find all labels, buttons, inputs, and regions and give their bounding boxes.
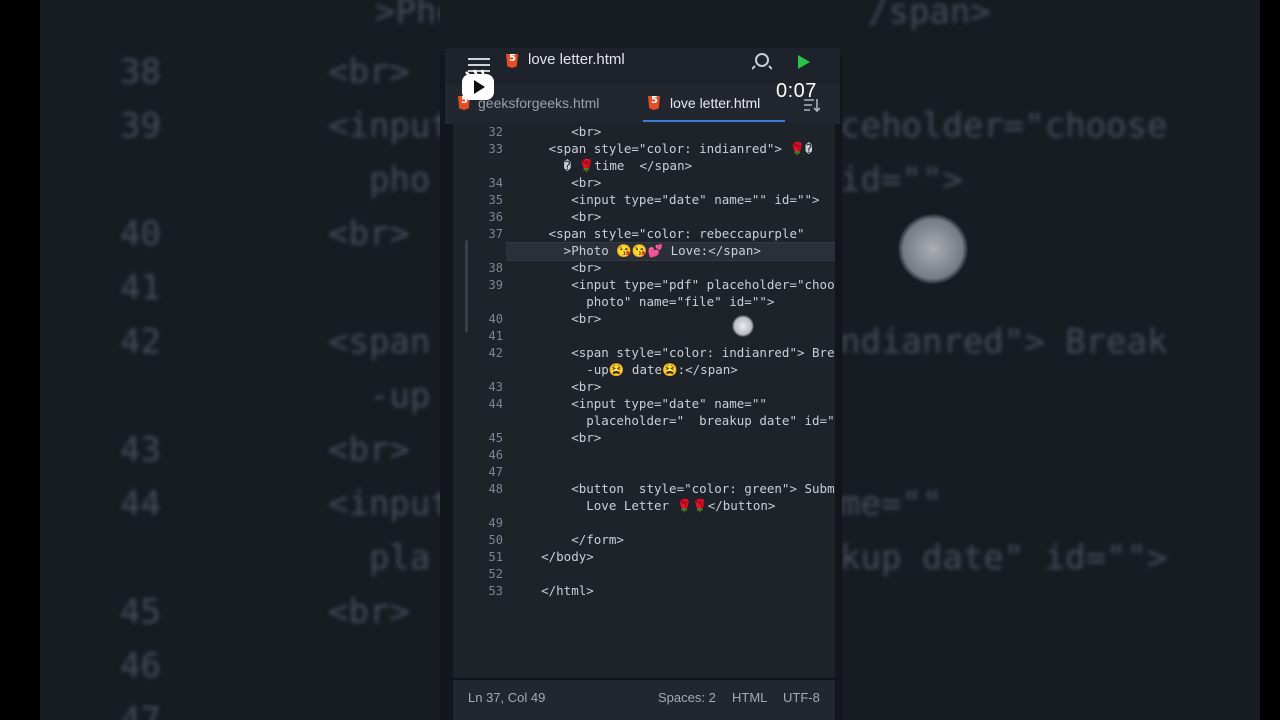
blurred-code-line: <span: [328, 322, 431, 362]
line-number: 34: [488, 176, 503, 190]
blurred-line-number: 47: [120, 700, 161, 720]
line-number: 51: [488, 550, 503, 564]
code-line[interactable]: <input type="date" name="": [511, 396, 767, 411]
code-line[interactable]: <input type="pdf" placeholder="choose: [511, 277, 835, 292]
blurred-touch-indicator: [898, 214, 968, 284]
blurred-line-number: 38: [120, 52, 161, 92]
line-number: 32: [488, 125, 503, 139]
blurred-code-line: pho: [328, 160, 431, 200]
blurred-line-number: 42: [120, 322, 161, 362]
code-line[interactable]: <br>: [511, 260, 601, 275]
youtube-shorts-icon[interactable]: [460, 68, 496, 104]
blurred-code-line-right: kup date" id="">: [840, 538, 1168, 578]
line-number: 49: [488, 516, 503, 530]
blurred-code-line-right: me="": [840, 484, 943, 524]
file-encoding[interactable]: UTF-8: [783, 690, 820, 705]
blurred-code-line: <br>: [328, 52, 410, 92]
blurred-line-number: 40: [120, 214, 161, 254]
code-line[interactable]: <br>: [511, 430, 601, 445]
code-line[interactable]: <span style="color: indianred"> Break: [511, 345, 835, 360]
blurred-code-line: <input: [328, 484, 451, 524]
file-title: love letter.html: [528, 51, 625, 68]
code-line[interactable]: -up😫 date😫:</span>: [511, 362, 738, 378]
editor-title-bar: [445, 48, 840, 84]
line-number: 44: [488, 397, 503, 411]
phone-top-bar: [440, 0, 842, 55]
line-number: 36: [488, 210, 503, 224]
line-number: 35: [488, 193, 503, 207]
blurred-code-line: <br>: [328, 592, 410, 632]
touch-indicator: [732, 315, 754, 337]
blurred-code-line: <br>: [328, 430, 410, 470]
cursor-position[interactable]: Ln 37, Col 49: [468, 690, 545, 705]
line-number: 37: [488, 227, 503, 241]
blurred-code-line-right: ceholder="choose: [840, 106, 1168, 146]
code-line[interactable]: placeholder=" breakup date" id="">: [511, 413, 835, 428]
code-line[interactable]: Love Letter 🌹🌹</button>: [511, 498, 775, 514]
code-line[interactable]: photo" name="file" id="">: [511, 294, 774, 309]
blurred-line-number: 43: [120, 430, 161, 470]
blurred-line-number: 41: [120, 268, 161, 308]
blurred-code-fragment: /span>: [868, 0, 991, 32]
line-number: 43: [488, 380, 503, 394]
code-line[interactable]: <button style="color: green"> Submit: [511, 481, 835, 496]
code-line[interactable]: <br>: [511, 209, 601, 224]
line-number: 41: [488, 329, 503, 343]
video-timer: 0:07: [776, 80, 817, 102]
blurred-line-number: 39: [120, 106, 161, 146]
blurred-line-number: 44: [120, 484, 161, 524]
code-line[interactable]: <input type="date" name="" id="">: [511, 192, 819, 207]
line-number: 53: [488, 584, 503, 598]
html5-file-icon: [648, 96, 660, 110]
line-number: 46: [488, 448, 503, 462]
code-line[interactable]: </body>: [511, 549, 594, 564]
blurred-line-number: 45: [120, 592, 161, 632]
code-line[interactable]: <br>: [511, 124, 601, 139]
tab-geeksforgeeks[interactable]: geeksforgeeks.html: [478, 95, 599, 111]
line-number: 38: [488, 261, 503, 275]
code-line[interactable]: </html>: [511, 583, 594, 598]
line-number: 48: [488, 482, 503, 496]
language-mode[interactable]: HTML: [732, 690, 767, 705]
line-number: 42: [488, 346, 503, 360]
indentation-setting[interactable]: Spaces: 2: [658, 690, 716, 705]
line-number: 33: [488, 142, 503, 156]
line-number: 45: [488, 431, 503, 445]
code-line[interactable]: <br>: [511, 379, 601, 394]
phone-screen: love letter.html geeksforgeeks.html love…: [440, 0, 842, 720]
code-line[interactable]: � 🌹time </span>: [511, 158, 692, 174]
blurred-code-line: -up: [328, 376, 431, 416]
code-line[interactable]: <span style="color: indianred"> 🌹�: [511, 141, 813, 157]
line-number: 50: [488, 533, 503, 547]
code-line[interactable]: <span style="color: rebeccapurple": [511, 226, 805, 241]
search-icon[interactable]: [752, 52, 772, 70]
tab-love-letter[interactable]: love letter.html: [670, 95, 760, 111]
blurred-code-line: <br>: [328, 214, 410, 254]
html5-file-icon: [506, 54, 518, 68]
blurred-code-line-right: id="">: [840, 160, 963, 200]
blurred-line-number: 46: [120, 646, 161, 686]
code-line[interactable]: <br>: [511, 175, 601, 190]
line-number: 40: [488, 312, 503, 326]
line-number: 39: [488, 278, 503, 292]
code-line[interactable]: >Photo 😘😘💕 Love:</span>: [511, 243, 761, 259]
code-line[interactable]: <br>: [511, 311, 601, 326]
run-icon[interactable]: [798, 55, 810, 69]
line-number: 47: [488, 465, 503, 479]
code-editor[interactable]: 32 <br> 33 <span style="color: indianred"…: [453, 122, 835, 678]
blurred-code-line-right: ndianred"> Break: [840, 322, 1168, 362]
code-line[interactable]: </form>: [511, 532, 624, 547]
blurred-code-line: pla: [328, 538, 431, 578]
blurred-code-line: <input: [328, 106, 451, 146]
line-number: 52: [488, 567, 503, 581]
